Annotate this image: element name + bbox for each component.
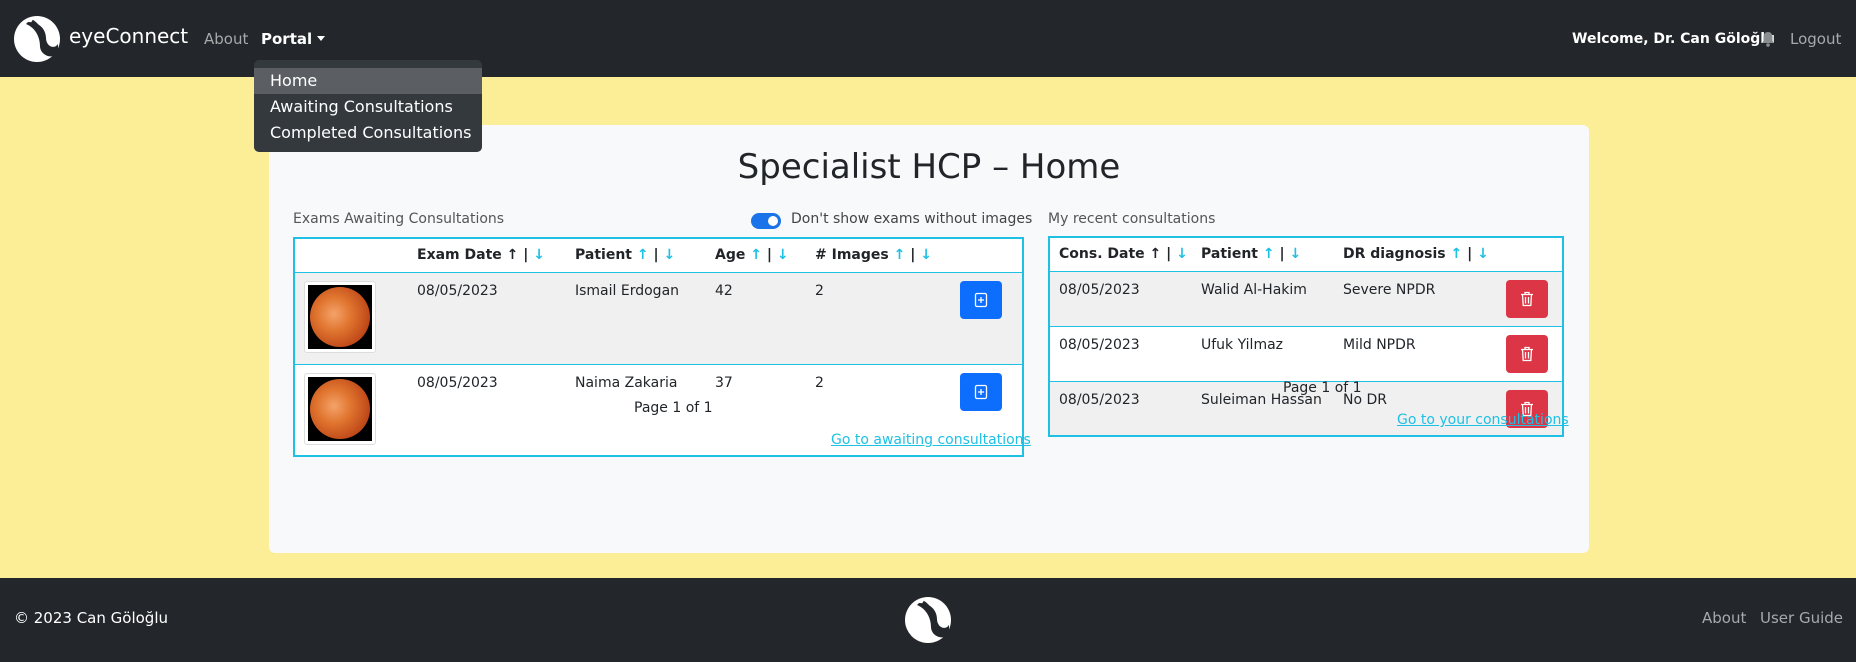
recent-section-label: My recent consultations xyxy=(1048,211,1216,227)
sort-asc-icon[interactable]: ↑ xyxy=(894,247,906,263)
awaiting-section-label: Exams Awaiting Consultations xyxy=(293,211,505,227)
fundus-thumbnail[interactable] xyxy=(304,372,376,445)
welcome-text: Welcome, Dr. Can Göloğlu xyxy=(1572,31,1776,47)
open-exam-button[interactable] xyxy=(960,372,1002,411)
nav-about-link[interactable]: About xyxy=(204,30,248,48)
add-document-icon xyxy=(974,384,988,399)
diagnosis-cell: Mild NPDR xyxy=(1334,325,1497,381)
sort-desc-icon[interactable]: ↓ xyxy=(1477,246,1489,262)
age-cell: 42 xyxy=(706,271,806,364)
footer-about-link[interactable]: About xyxy=(1702,609,1746,627)
portal-dropdown-menu: Home Awaiting Consultations Completed Co… xyxy=(254,60,482,152)
col-cons-date: Cons. Date ↑ | ↓ xyxy=(1049,237,1192,272)
sort-asc-icon[interactable]: ↑ xyxy=(507,247,519,263)
col-age: Age ↑ | ↓ xyxy=(706,238,806,273)
sort-asc-icon[interactable]: ↑ xyxy=(1263,246,1275,262)
patient-cell: Ismail Erdogan xyxy=(566,271,706,364)
age-cell: 37 xyxy=(706,363,806,456)
eye-logo-icon xyxy=(905,597,951,643)
delete-consultation-button[interactable] xyxy=(1506,279,1548,318)
col-dr-diagnosis: DR diagnosis ↑ | ↓ xyxy=(1334,237,1497,272)
show-images-toggle[interactable] xyxy=(751,213,781,229)
logout-link[interactable]: Logout xyxy=(1790,30,1841,48)
menu-item-completed[interactable]: Completed Consultations xyxy=(254,120,482,146)
go-awaiting-link[interactable]: Go to awaiting consultations xyxy=(831,432,1031,448)
sort-desc-icon[interactable]: ↓ xyxy=(920,247,932,263)
copyright-text: © 2023 Can Göloğlu xyxy=(14,609,168,627)
menu-item-awaiting[interactable]: Awaiting Consultations xyxy=(254,94,482,120)
table-row: 08/05/2023 Ismail Erdogan 42 2 xyxy=(294,271,1023,364)
col-patient: Patient ↑ | ↓ xyxy=(1192,237,1334,272)
exam-date-cell: 08/05/2023 xyxy=(408,363,566,456)
patient-cell: Walid Al-Hakim xyxy=(1192,270,1334,326)
sort-asc-icon[interactable]: ↑ xyxy=(1150,246,1162,262)
sort-desc-icon[interactable]: ↓ xyxy=(533,247,545,263)
caret-down-icon xyxy=(317,36,326,41)
sort-desc-icon[interactable]: ↓ xyxy=(663,247,675,263)
cons-date-cell: 08/05/2023 xyxy=(1049,380,1192,436)
menu-item-home[interactable]: Home xyxy=(254,68,482,94)
sort-desc-icon[interactable]: ↓ xyxy=(1176,246,1188,262)
nav-portal-label: Portal xyxy=(261,30,313,48)
nav-portal-dropdown[interactable]: Portal xyxy=(261,30,326,48)
col-patient: Patient ↑ | ↓ xyxy=(566,238,706,273)
delete-consultation-button[interactable] xyxy=(1506,334,1548,373)
trash-icon xyxy=(1521,291,1533,306)
table-row: 08/05/2023 Walid Al-Hakim Severe NPDR xyxy=(1049,270,1563,326)
footer-user-guide-link[interactable]: User Guide xyxy=(1760,609,1843,627)
cons-date-cell: 08/05/2023 xyxy=(1049,325,1192,381)
sort-asc-icon[interactable]: ↑ xyxy=(637,247,649,263)
diagnosis-cell: Severe NPDR xyxy=(1334,270,1497,326)
table-row: 08/05/2023 Ufuk Yilmaz Mild NPDR xyxy=(1049,325,1563,381)
eye-logo-icon xyxy=(14,16,60,62)
recent-pager: Page 1 of 1 xyxy=(1283,380,1362,396)
footer: © 2023 Can Göloğlu About User Guide xyxy=(0,578,1856,662)
add-document-icon xyxy=(974,292,988,307)
exam-date-cell: 08/05/2023 xyxy=(408,271,566,364)
images-cell: 2 xyxy=(806,271,951,364)
patient-cell: Ufuk Yilmaz xyxy=(1192,325,1334,381)
sort-desc-icon[interactable]: ↓ xyxy=(1289,246,1301,262)
sort-asc-icon[interactable]: ↑ xyxy=(1451,246,1463,262)
sort-desc-icon[interactable]: ↓ xyxy=(777,247,789,263)
trash-icon xyxy=(1521,346,1533,361)
main-card: Specialist HCP – Home Exams Awaiting Con… xyxy=(269,125,1589,553)
cons-date-cell: 08/05/2023 xyxy=(1049,270,1192,326)
col-images: # Images ↑ | ↓ xyxy=(806,238,951,273)
brand-name: eyeConnect xyxy=(69,24,189,48)
page-title: Specialist HCP – Home xyxy=(737,147,1121,187)
awaiting-table: Exam Date ↑ | ↓ Patient ↑ | ↓ Age ↑ | ↓ … xyxy=(293,237,1024,457)
col-exam-date: Exam Date ↑ | ↓ xyxy=(408,238,566,273)
toggle-label: Don't show exams without images xyxy=(791,211,1033,227)
recent-table: Cons. Date ↑ | ↓ Patient ↑ | ↓ DR diagno… xyxy=(1048,236,1564,437)
go-consultations-link[interactable]: Go to your consultations xyxy=(1397,412,1569,428)
bell-icon[interactable] xyxy=(1761,31,1775,47)
sort-asc-icon[interactable]: ↑ xyxy=(750,247,762,263)
brand[interactable]: eyeConnect xyxy=(12,14,188,64)
awaiting-pager: Page 1 of 1 xyxy=(634,400,713,416)
fundus-thumbnail[interactable] xyxy=(304,280,376,353)
open-exam-button[interactable] xyxy=(960,280,1002,319)
